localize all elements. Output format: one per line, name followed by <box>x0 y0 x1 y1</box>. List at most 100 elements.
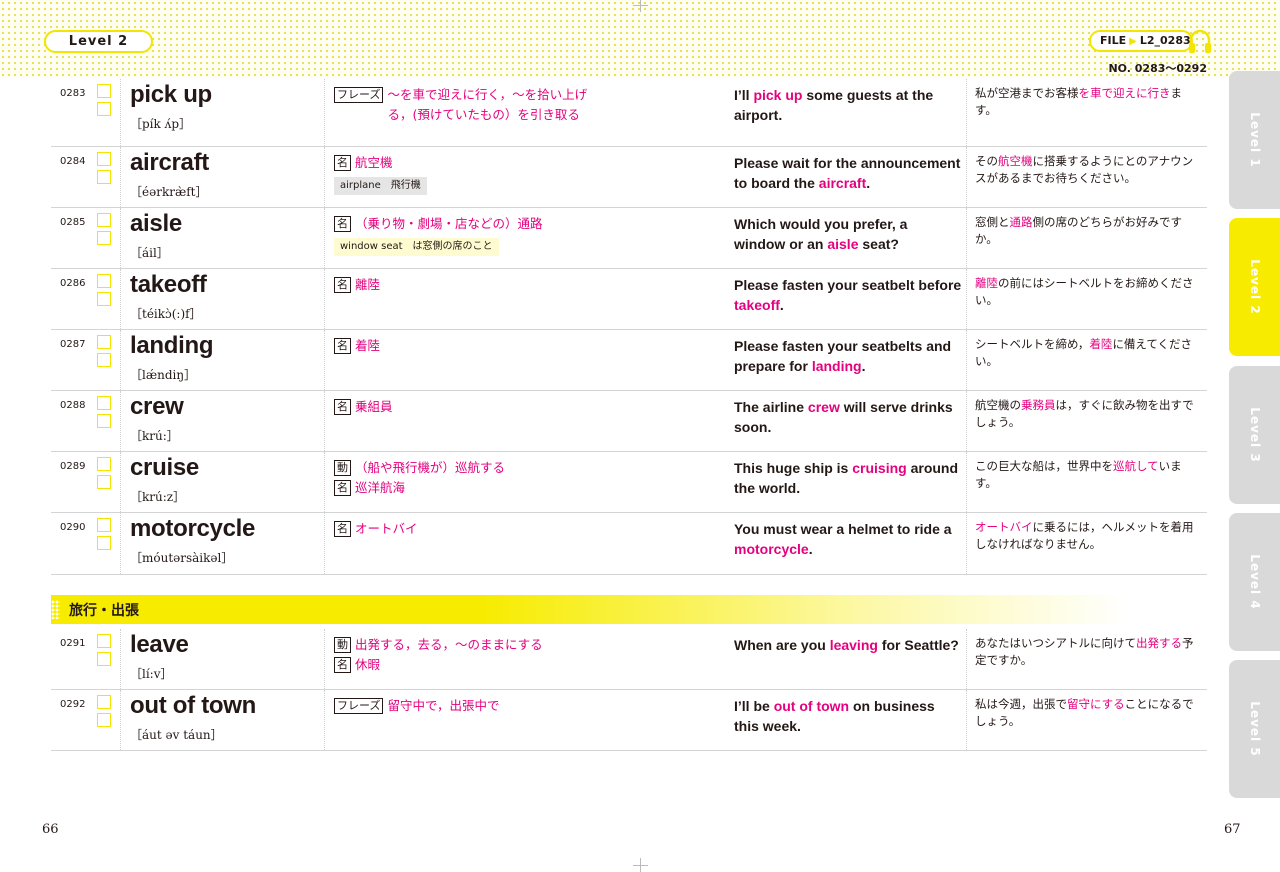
column-divider <box>120 690 121 750</box>
entry-row: 0285 aisle ［áil］ 名 （乗り物・劇場・店などの）通路 window sea… <box>51 208 1207 269</box>
translation-text: 私は今週，出張で <box>975 697 1067 711</box>
part-of-speech-label: 動 <box>334 637 351 653</box>
part-of-speech-label: 名 <box>334 277 351 293</box>
crop-mark-top-h <box>633 5 648 6</box>
meaning-line: 名乗組員 <box>334 397 594 417</box>
example-text: When are you <box>734 637 830 653</box>
meaning-text: 出発する，去る，～のままにする <box>355 637 543 652</box>
example-highlight: aircraft <box>818 175 867 191</box>
usage-note: airplane 飛行機 <box>334 177 427 195</box>
review-checkbox-1[interactable] <box>97 274 111 288</box>
tab-level-3[interactable]: Level 3 <box>1229 366 1280 504</box>
pronunciation: ［lí:v］ <box>130 667 173 681</box>
meaning-line: 動出発する，去る，～のままにする <box>334 635 594 655</box>
review-checkbox-2[interactable] <box>97 353 111 367</box>
column-divider <box>966 147 967 207</box>
example-sentence: Please fasten your seatbelt before takeo… <box>734 275 962 315</box>
headword: out of town <box>130 692 256 719</box>
review-checkbox-1[interactable] <box>97 213 111 227</box>
column-divider <box>120 269 121 329</box>
review-checkbox-2[interactable] <box>97 292 111 306</box>
entry-row: 0291 leave ［lí:v］ 動出発する，去る，～のままにする名休暇 When a… <box>51 629 1207 690</box>
meaning-text: （船や飛行機が）巡航する <box>355 460 506 475</box>
file-prefix: FILE <box>1100 34 1127 47</box>
meaning-text: 航空機 <box>355 155 393 170</box>
entry-row: 0283 pick up ［pík ʌ́p］ フレーズ ～を車で迎えに行く，～を拾い上げ… <box>51 79 1207 147</box>
review-checkbox-1[interactable] <box>97 335 111 349</box>
translation-text: あなたはいつシアトルに向けて <box>975 636 1136 650</box>
example-text: . <box>779 297 784 313</box>
example-highlight: motorcycle <box>734 541 809 557</box>
example-highlight: cruising <box>852 460 907 476</box>
review-checkbox-2[interactable] <box>97 652 111 666</box>
review-checkbox-1[interactable] <box>97 84 111 98</box>
column-divider <box>120 513 121 574</box>
review-checkbox-1[interactable] <box>97 396 111 410</box>
translation-highlight: オートバイ <box>975 520 1033 534</box>
example-sentence: I’ll be out of town on business this wee… <box>734 696 962 736</box>
review-checkbox-1[interactable] <box>97 634 111 648</box>
example-text: I’ll <box>734 87 754 103</box>
tab-level-5[interactable]: Level 5 <box>1229 660 1280 798</box>
review-checkbox-1[interactable] <box>97 695 111 709</box>
example-sentence: When are you leaving for Seattle? <box>734 635 962 655</box>
example-text: This huge ship is <box>734 460 853 476</box>
translation-text: その <box>975 154 998 168</box>
section-title: 旅行・出張 <box>69 603 139 619</box>
example-text: . <box>808 541 813 557</box>
column-divider <box>324 79 325 146</box>
play-icon: ▶ <box>1129 36 1137 47</box>
tab-level-4[interactable]: Level 4 <box>1229 513 1280 651</box>
tab-level-1[interactable]: Level 1 <box>1229 71 1280 209</box>
review-checkbox-2[interactable] <box>97 536 111 550</box>
translation: 私が空港までお客様を車で迎えに行きます。 <box>975 85 1203 119</box>
column-divider <box>120 391 121 451</box>
pronunciation: ［móutərsàikəl］ <box>130 551 234 565</box>
meaning-line: 名オートバイ <box>334 519 594 539</box>
entry-row: 0286 takeoff ［téikɔ̀(:)f］ 名離陸 Please fasten … <box>51 269 1207 330</box>
translation-highlight: 留守にする <box>1067 697 1125 711</box>
translation-text: の前にはシートベルトをお締めください。 <box>975 276 1194 307</box>
review-checkbox-2[interactable] <box>97 170 111 184</box>
headphone-icon[interactable] <box>1187 28 1213 56</box>
review-checkbox-2[interactable] <box>97 414 111 428</box>
meaning-line: 名離陸 <box>334 275 594 295</box>
tab-level-2[interactable]: Level 2 <box>1229 218 1280 356</box>
part-of-speech-label: 名 <box>334 338 351 354</box>
example-highlight: pick up <box>753 87 803 103</box>
translation-text: 航空機の <box>975 398 1021 412</box>
part-of-speech-label: フレーズ <box>334 87 384 103</box>
review-checkbox-2[interactable] <box>97 713 111 727</box>
review-checkbox-1[interactable] <box>97 152 111 166</box>
meaning-text: 着陸 <box>355 338 381 353</box>
review-checkbox-1[interactable] <box>97 457 111 471</box>
example-text: Please fasten your seatbelt before <box>734 277 962 293</box>
example-sentence: Please fasten your seatbelts and prepare… <box>734 336 962 376</box>
example-highlight: landing <box>811 358 862 374</box>
page-number-right: 67 <box>1224 822 1241 837</box>
meaning-line: 名着陸 <box>334 336 594 356</box>
meaning-block: 動出発する，去る，～のままにする名休暇 <box>334 635 594 675</box>
review-checkbox-2[interactable] <box>97 231 111 245</box>
part-of-speech-label: 動 <box>334 460 351 476</box>
audio-file-label[interactable]: FILE ▶ L2_0283 <box>1089 30 1193 52</box>
crop-mark-top <box>640 0 641 12</box>
column-divider <box>120 330 121 390</box>
part-of-speech-label: 名 <box>334 521 351 537</box>
translation-highlight: 着陸 <box>1089 337 1113 351</box>
headword: aircraft <box>130 149 209 176</box>
column-divider <box>966 208 967 268</box>
part-of-speech-label: 名 <box>334 480 351 496</box>
headword: takeoff <box>130 271 207 298</box>
review-checkbox-1[interactable] <box>97 518 111 532</box>
review-checkbox-2[interactable] <box>97 475 111 489</box>
example-highlight: crew <box>807 399 840 415</box>
column-divider <box>324 513 325 574</box>
example-text: seat? <box>858 236 899 252</box>
review-checkbox-2[interactable] <box>97 102 111 116</box>
entry-number: 0286 <box>60 278 86 289</box>
translation-text: 窓側と <box>975 215 1010 229</box>
meaning-text: 巡洋航海 <box>355 480 406 495</box>
entry-number: 0284 <box>60 156 86 167</box>
example-sentence: I’ll pick up some guests at the airport. <box>734 85 962 125</box>
